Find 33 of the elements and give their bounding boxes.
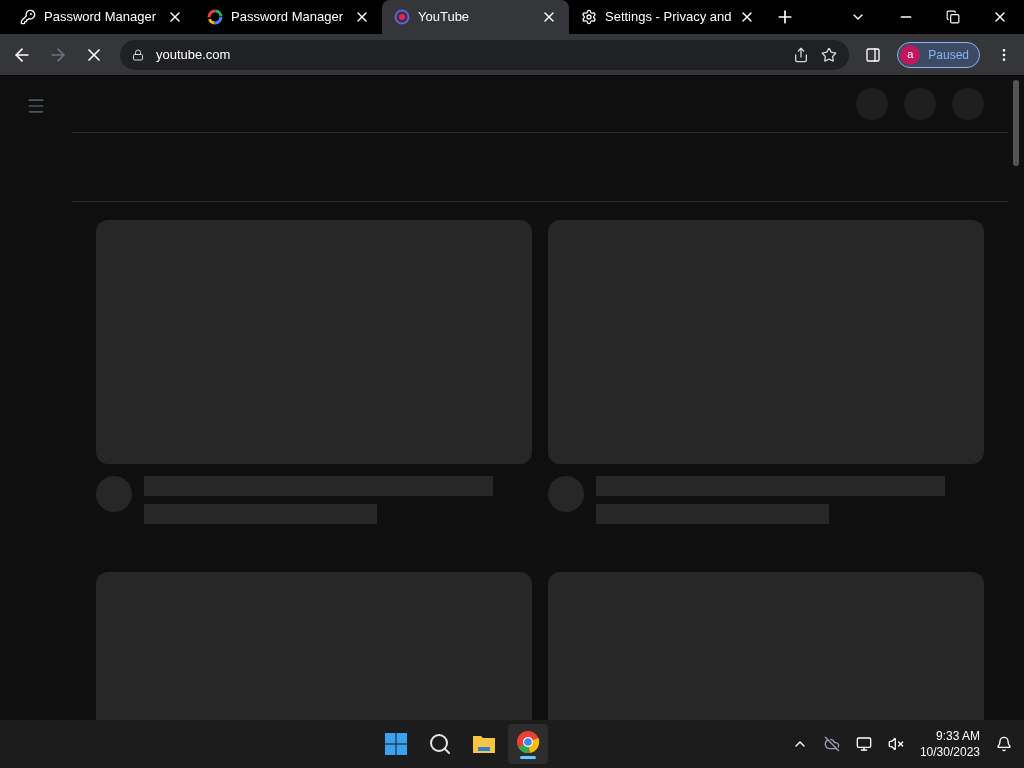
address-bar[interactable]: youtube.com	[120, 39, 850, 70]
clock-date: 10/30/2023	[919, 744, 980, 760]
notification-bell-icon[interactable]	[996, 736, 1012, 752]
key-icon	[20, 9, 36, 25]
network-icon[interactable]	[855, 736, 872, 752]
profile-status: Paused	[928, 46, 969, 64]
speaker-muted-icon[interactable]	[887, 736, 904, 752]
browser-tab[interactable]: YouTube	[382, 0, 569, 34]
tab-title: Password Manager	[44, 8, 157, 27]
search-icon	[427, 732, 452, 756]
record-icon	[394, 9, 410, 25]
clock-time: 9:33 AM	[935, 728, 980, 744]
bookmark-star-icon[interactable]	[821, 46, 838, 63]
restore-icon[interactable]	[946, 10, 960, 24]
cloud-off-icon[interactable]	[823, 736, 840, 752]
google-logo-icon	[207, 9, 223, 25]
windows-logo-icon	[383, 732, 408, 756]
chrome-logo-icon	[515, 729, 540, 754]
avatar-placeholder	[548, 476, 584, 512]
active-indicator	[519, 755, 536, 759]
taskbar-app[interactable]	[507, 724, 548, 764]
avatar-placeholder	[96, 476, 132, 512]
side-panel-icon[interactable]	[865, 46, 882, 63]
settings-icon	[581, 9, 597, 25]
url-text: youtube.com	[156, 45, 232, 64]
profile-button[interactable]: a Paused	[897, 41, 980, 68]
scrollbar-thumb[interactable]	[1013, 80, 1019, 166]
lock-icon	[132, 48, 144, 61]
tab-title: YouTube	[418, 8, 471, 27]
tab-title: Password Manager	[231, 8, 344, 27]
avatar: a	[900, 44, 921, 65]
tab-title: Settings - Privacy and	[605, 8, 732, 27]
share-icon[interactable]	[793, 46, 810, 63]
